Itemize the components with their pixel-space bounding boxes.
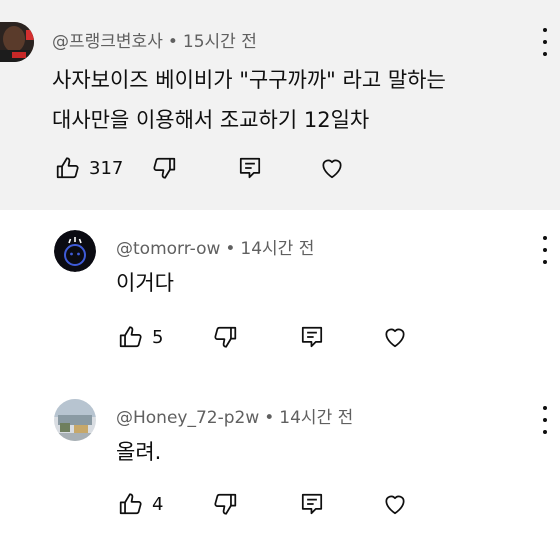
- like-button[interactable]: 4: [118, 491, 163, 517]
- reply-comment: @tomorr-ow • 14시간 전 이거다 5: [0, 210, 560, 380]
- thumbs-up-icon: [119, 493, 142, 515]
- reply-button[interactable]: [299, 491, 325, 517]
- heart-icon: [385, 328, 405, 348]
- author-handle[interactable]: @tomorr-ow: [116, 239, 220, 259]
- like-button[interactable]: 5: [118, 324, 163, 350]
- avatar[interactable]: [54, 230, 96, 272]
- like-count: 4: [152, 493, 164, 515]
- author-handle[interactable]: @프랭크변호사: [52, 32, 163, 52]
- dislike-button[interactable]: [151, 155, 177, 181]
- author-handle[interactable]: @Honey_72-p2w: [116, 408, 259, 428]
- heart-button[interactable]: [382, 491, 408, 517]
- like-button[interactable]: 317: [55, 155, 123, 181]
- dislike-button[interactable]: [212, 324, 238, 350]
- avatar[interactable]: [54, 399, 96, 441]
- comment-meta: @프랭크변호사 • 15시간 전: [52, 27, 257, 52]
- avatar[interactable]: [0, 22, 34, 62]
- reply-comment-icon: [239, 157, 261, 179]
- reply-button[interactable]: [299, 324, 325, 350]
- comment-thread-top: @프랭크변호사 • 15시간 전 사자보이즈 베이비가 "구구까까" 라고 말하는 …: [0, 0, 560, 210]
- reply-button[interactable]: [237, 155, 263, 181]
- heart-icon: [385, 495, 405, 515]
- comment-actions: 4: [118, 491, 418, 521]
- dislike-button[interactable]: [212, 491, 238, 517]
- more-vertical-icon[interactable]: [538, 28, 552, 56]
- comment-text-line: 대사만을 이용해서 조교하기 12일차: [52, 108, 370, 132]
- comment-timestamp: 14시간 전: [240, 239, 315, 259]
- thumbs-down-icon: [214, 326, 237, 348]
- comment-actions: 5: [118, 324, 418, 354]
- comment-meta: @tomorr-ow • 14시간 전: [116, 234, 314, 259]
- reply-comment: @Honey_72-p2w • 14시간 전 올려. 4: [0, 380, 560, 560]
- more-vertical-icon[interactable]: [538, 406, 552, 434]
- like-count: 317: [89, 157, 124, 179]
- heart-button[interactable]: [319, 155, 345, 181]
- comment-meta: @Honey_72-p2w • 14시간 전: [116, 403, 353, 428]
- comment-text-line: 사자보이즈 베이비가 "구구까까" 라고 말하는: [52, 68, 446, 92]
- heart-icon: [322, 159, 342, 179]
- meta-separator: •: [264, 408, 275, 428]
- thumbs-up-icon: [119, 326, 142, 348]
- heart-button[interactable]: [382, 324, 408, 350]
- thumbs-up-icon: [56, 157, 79, 179]
- meta-separator: •: [225, 239, 236, 259]
- comment-timestamp: 14시간 전: [279, 408, 354, 428]
- thumbs-down-icon: [153, 157, 176, 179]
- comment-actions: 317: [55, 155, 355, 185]
- comment-text: 사자보이즈 베이비가 "구구까까" 라고 말하는 대사만을 이용해서 조교하기 …: [52, 60, 446, 140]
- meta-separator: •: [167, 32, 178, 52]
- reply-comment-icon: [301, 326, 323, 348]
- comment-text: 이거다: [116, 268, 174, 298]
- more-vertical-icon[interactable]: [538, 236, 552, 264]
- comment-text: 올려.: [116, 437, 161, 467]
- reply-comment-icon: [301, 493, 323, 515]
- thumbs-down-icon: [214, 493, 237, 515]
- like-count: 5: [152, 326, 164, 348]
- comment-text-line: 올려.: [116, 440, 162, 464]
- comment-text-line: 이거다: [116, 271, 174, 295]
- comment-timestamp: 15시간 전: [182, 32, 257, 52]
